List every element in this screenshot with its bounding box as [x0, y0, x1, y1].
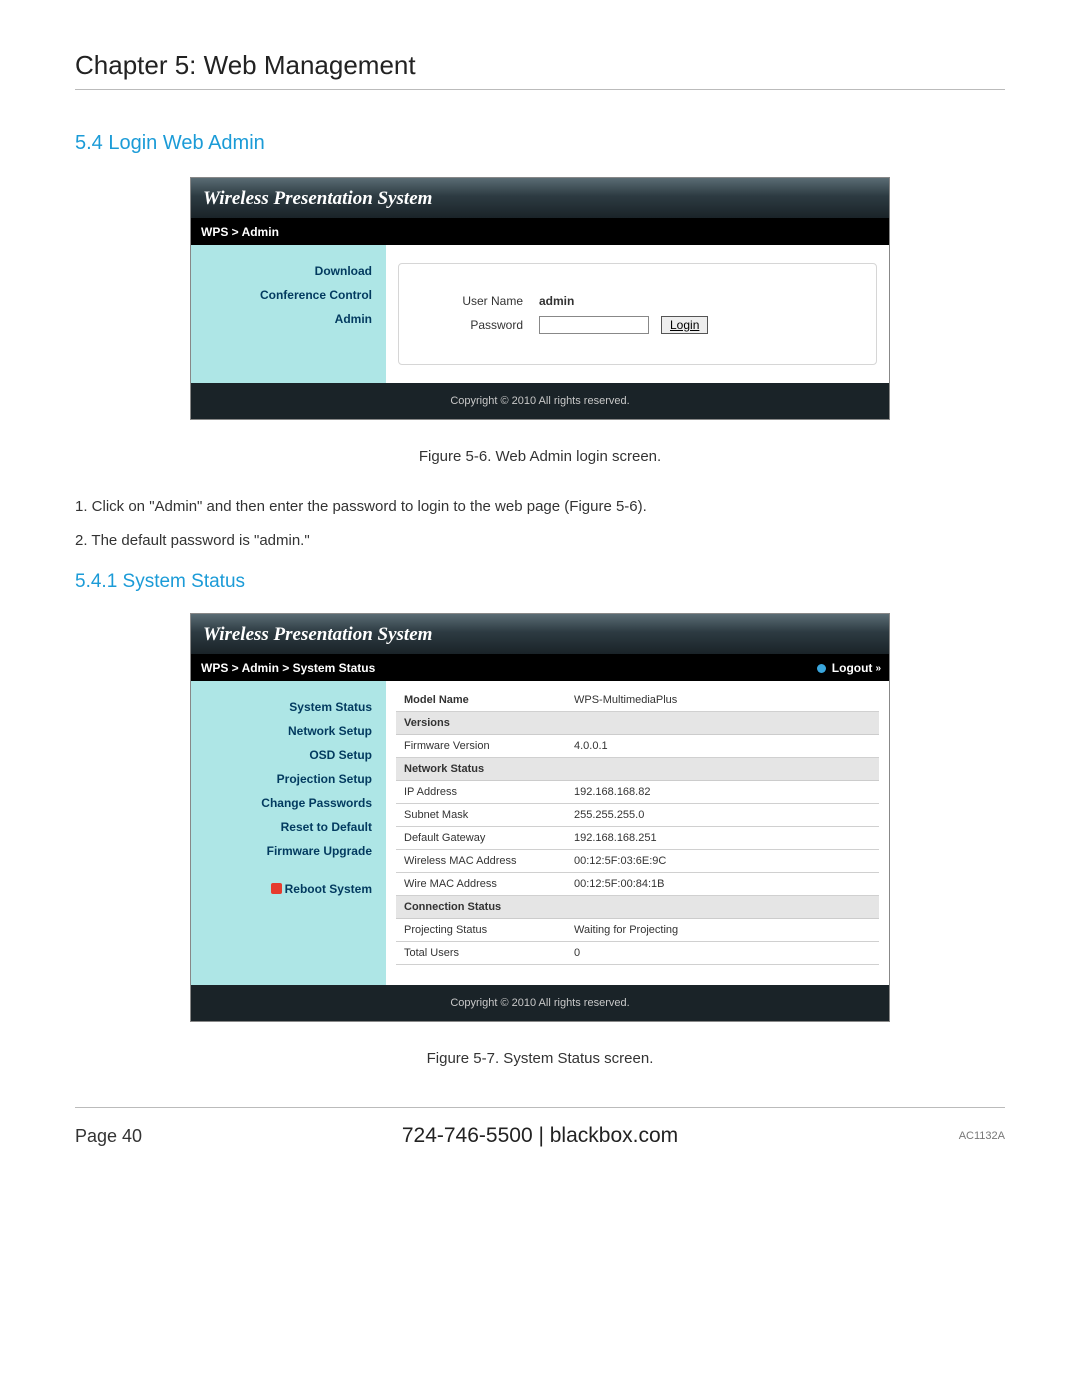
table-row: IP Address192.168.168.82: [396, 781, 879, 804]
username-label: User Name: [429, 294, 539, 308]
login-button[interactable]: Login: [661, 316, 708, 334]
username-value: admin: [539, 294, 574, 308]
copyright-footer: Copyright © 2010 All rights reserved.: [191, 383, 889, 419]
footer-model: AC1132A: [805, 1130, 1005, 1142]
sidebar-item-label: Reboot System: [285, 882, 372, 896]
status-value: 00:12:5F:03:6E:9C: [566, 850, 879, 873]
chevron-right-icon: »: [875, 663, 879, 674]
sidebar-item-osd-setup[interactable]: OSD Setup: [191, 743, 372, 767]
status-value: 192.168.168.251: [566, 827, 879, 850]
sidebar-item-download[interactable]: Download: [191, 259, 372, 283]
table-row: Subnet Mask255.255.255.0: [396, 804, 879, 827]
status-section-header: Network Status: [396, 758, 879, 781]
section-heading-5-4: 5.4 Login Web Admin: [75, 132, 1005, 155]
status-section-header: Versions: [396, 712, 879, 735]
sidebar-item-reboot-system[interactable]: Reboot System: [191, 877, 372, 901]
footer-separator: |: [533, 1124, 550, 1147]
instruction-1: 1. Click on "Admin" and then enter the p…: [75, 495, 1005, 519]
system-status-screenshot: Wireless Presentation System WPS > Admin…: [190, 613, 890, 1022]
table-row: Projecting StatusWaiting for Projecting: [396, 919, 879, 942]
subsection-heading-5-4-1: 5.4.1 System Status: [75, 571, 1005, 593]
sidebar-item-projection-setup[interactable]: Projection Setup: [191, 767, 372, 791]
instruction-2: 2. The default password is "admin.": [75, 529, 1005, 553]
figure-caption-5-7: Figure 5-7. System Status screen.: [75, 1050, 1005, 1067]
status-value: 00:12:5F:00:84:1B: [566, 873, 879, 896]
sidebar: System Status Network Setup OSD Setup Pr…: [191, 681, 386, 985]
status-value: 4.0.0.1: [566, 735, 879, 758]
status-label: Model Name: [396, 689, 566, 712]
figure-caption-5-6: Figure 5-6. Web Admin login screen.: [75, 448, 1005, 465]
app-title: Wireless Presentation System: [191, 614, 889, 655]
status-value: Waiting for Projecting: [566, 919, 879, 942]
sidebar-item-firmware-upgrade[interactable]: Firmware Upgrade: [191, 839, 372, 863]
status-section-header: Connection Status: [396, 896, 879, 919]
app-title: Wireless Presentation System: [191, 178, 889, 219]
status-label: Projecting Status: [396, 919, 566, 942]
sidebar-item-change-passwords[interactable]: Change Passwords: [191, 791, 372, 815]
sidebar-item-conference-control[interactable]: Conference Control: [191, 283, 372, 307]
status-label: Default Gateway: [396, 827, 566, 850]
chapter-title: Chapter 5: Web Management: [75, 50, 1005, 90]
footer-phone: 724-746-5500: [402, 1124, 533, 1147]
page-number: Page 40: [75, 1126, 275, 1147]
status-value: 0: [566, 942, 879, 965]
logout-icon: [817, 664, 826, 673]
sidebar-item-system-status[interactable]: System Status: [191, 695, 372, 719]
table-row: Wireless MAC Address00:12:5F:03:6E:9C: [396, 850, 879, 873]
sidebar-item-network-setup[interactable]: Network Setup: [191, 719, 372, 743]
status-label: IP Address: [396, 781, 566, 804]
copyright-footer: Copyright © 2010 All rights reserved.: [191, 985, 889, 1021]
password-label: Password: [429, 318, 539, 332]
logout-link[interactable]: Logout »: [817, 661, 879, 675]
status-table: Model NameWPS-MultimediaPlusVersionsFirm…: [396, 689, 879, 965]
status-label: Firmware Version: [396, 735, 566, 758]
password-input[interactable]: [539, 316, 649, 334]
table-row: Total Users0: [396, 942, 879, 965]
table-row: Firmware Version4.0.0.1: [396, 735, 879, 758]
breadcrumb: WPS > Admin > System Status: [201, 661, 375, 675]
table-row: Wire MAC Address00:12:5F:00:84:1B: [396, 873, 879, 896]
status-label: Total Users: [396, 942, 566, 965]
status-value: 255.255.255.0: [566, 804, 879, 827]
power-icon: [271, 883, 282, 894]
table-row: Model NameWPS-MultimediaPlus: [396, 689, 879, 712]
table-row: Default Gateway192.168.168.251: [396, 827, 879, 850]
status-label: Wireless MAC Address: [396, 850, 566, 873]
sidebar-item-admin[interactable]: Admin: [191, 307, 372, 331]
login-box: User Name admin Password Login: [398, 263, 877, 365]
status-value: 192.168.168.82: [566, 781, 879, 804]
login-screenshot: Wireless Presentation System WPS > Admin…: [190, 177, 890, 420]
footer-site: blackbox.com: [550, 1124, 678, 1147]
logout-label: Logout: [832, 661, 873, 675]
page-footer: Page 40 724-746-5500 | blackbox.com AC11…: [75, 1107, 1005, 1148]
breadcrumb: WPS > Admin: [201, 225, 279, 239]
status-value: WPS-MultimediaPlus: [566, 689, 879, 712]
status-label: Wire MAC Address: [396, 873, 566, 896]
status-label: Subnet Mask: [396, 804, 566, 827]
sidebar-item-reset-to-default[interactable]: Reset to Default: [191, 815, 372, 839]
sidebar: Download Conference Control Admin: [191, 245, 386, 383]
